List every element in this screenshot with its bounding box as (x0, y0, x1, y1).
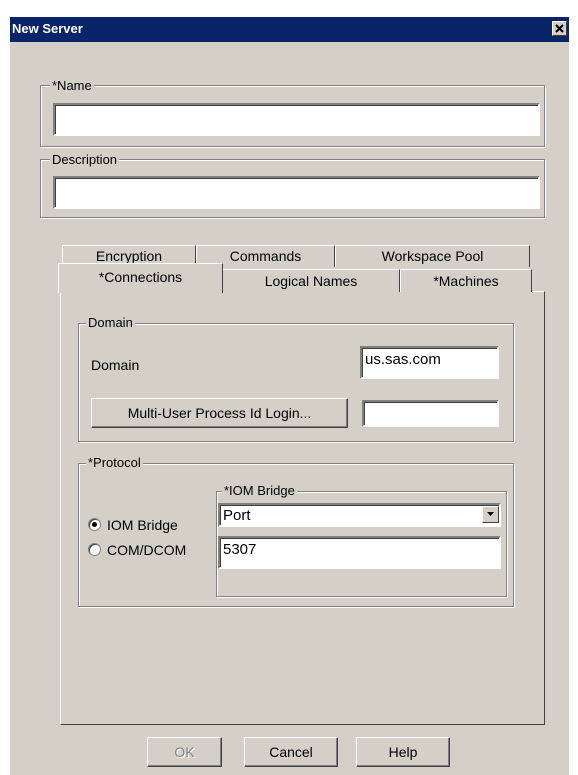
close-icon (555, 24, 564, 33)
multi-user-login-button[interactable]: Multi-User Process Id Login... (91, 398, 348, 428)
iom-bridge-radio[interactable] (88, 518, 101, 531)
new-server-dialog: New Server *Name Description Encryption … (10, 17, 569, 775)
ok-button[interactable]: OK (147, 737, 222, 767)
window-title: New Server (12, 21, 83, 36)
com-dcom-radio[interactable] (88, 543, 101, 556)
tab-logical-names[interactable]: Logical Names (222, 269, 400, 292)
tab-machines[interactable]: *Machines (400, 269, 532, 292)
help-button[interactable]: Help (356, 737, 450, 767)
domain-group-legend: Domain (86, 315, 135, 330)
port-input[interactable]: 5307 (218, 536, 501, 569)
tab-workspace-pool[interactable]: Workspace Pool (335, 245, 530, 267)
protocol-group-legend: *Protocol (86, 455, 143, 470)
iom-bridge-group-legend: *IOM Bridge (222, 483, 297, 498)
com-dcom-radio-label: COM/DCOM (107, 542, 187, 558)
dropdown-button[interactable] (482, 506, 499, 523)
iom-bridge-radio-label: IOM Bridge (107, 517, 178, 533)
tab-connections[interactable]: *Connections (58, 263, 223, 293)
close-button[interactable] (552, 21, 567, 36)
domain-label: Domain (91, 357, 140, 373)
login-id-input[interactable] (362, 400, 499, 427)
chevron-down-icon (487, 512, 494, 516)
domain-input[interactable]: us.sas.com (360, 346, 499, 379)
name-input[interactable] (53, 103, 540, 136)
connection-type-value: Port (223, 507, 251, 524)
cancel-button[interactable]: Cancel (244, 737, 338, 767)
title-bar[interactable]: New Server (10, 17, 569, 42)
description-label: Description (50, 152, 120, 167)
connection-type-select[interactable]: Port (218, 503, 501, 527)
description-input[interactable] (53, 176, 540, 209)
name-label: *Name (50, 78, 94, 93)
